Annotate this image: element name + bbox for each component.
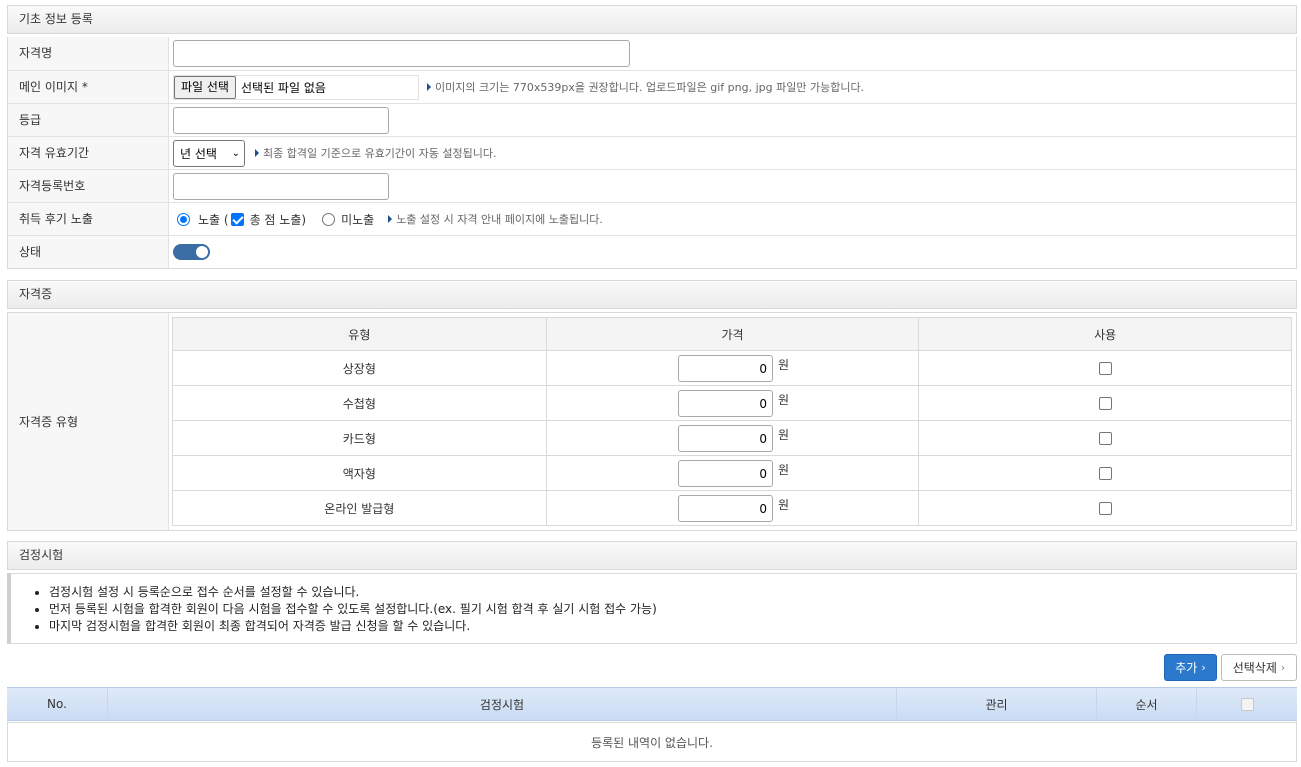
currency-label: 원 bbox=[777, 392, 790, 407]
use-checkbox[interactable] bbox=[1098, 396, 1112, 410]
chevron-down-icon: ⌄ bbox=[231, 147, 240, 159]
select-all-checkbox[interactable] bbox=[1240, 697, 1254, 711]
cert-type-name: 액자형 bbox=[342, 466, 376, 481]
file-input[interactable]: 파일 선택 선택된 파일 없음 bbox=[173, 74, 419, 100]
exam-notice: 검정시험 설정 시 등록순으로 접수 순서를 설정할 수 있습니다. 먼저 등록… bbox=[7, 573, 1297, 644]
review-score-label: 총 점 노출) bbox=[249, 212, 307, 227]
cert-type-name: 카드형 bbox=[342, 431, 376, 446]
use-checkbox[interactable] bbox=[1098, 361, 1112, 375]
col-select-all bbox=[1196, 688, 1297, 720]
regno-input[interactable] bbox=[173, 172, 389, 200]
notice-item: 검정시험 설정 시 등록순으로 접수 순서를 설정할 수 있습니다. bbox=[49, 584, 1296, 601]
price-input[interactable]: 0 bbox=[677, 389, 773, 417]
validity-select[interactable]: 년 선택 ⌄ bbox=[173, 139, 245, 167]
file-select-button[interactable]: 파일 선택 bbox=[174, 75, 236, 99]
triangle-right-icon bbox=[427, 83, 431, 91]
add-button[interactable]: 추가 › bbox=[1164, 654, 1217, 681]
review-label: 취득 후기 노출 bbox=[8, 203, 169, 235]
table-row: 상장형 0원 bbox=[173, 350, 1291, 385]
chevron-right-icon: › bbox=[1201, 661, 1206, 674]
name-label: 자격명 bbox=[8, 37, 169, 70]
row-grade: 등급 bbox=[8, 103, 1296, 136]
review-hint: 노출 설정 시 자격 안내 페이지에 노출됩니다. bbox=[388, 211, 603, 227]
review-score-checkbox[interactable] bbox=[230, 212, 244, 226]
price-input[interactable]: 0 bbox=[677, 424, 773, 452]
cert-type-table: 유형 가격 사용 상장형 0원 수첩형 0원 카드형 0원 액자형 0원 온라인… bbox=[172, 317, 1292, 526]
validity-label: 자격 유효기간 bbox=[8, 137, 169, 169]
col-use: 사용 bbox=[918, 318, 1291, 350]
col-order: 순서 bbox=[1096, 688, 1196, 720]
validity-hint: 최종 합격일 기준으로 유효기간이 자동 설정됩니다. bbox=[255, 145, 497, 161]
triangle-right-icon bbox=[388, 215, 393, 223]
name-input[interactable] bbox=[173, 40, 630, 67]
col-manage: 관리 bbox=[896, 688, 1096, 720]
row-status: 상태 bbox=[8, 235, 1296, 268]
table-row: 액자형 0원 bbox=[173, 455, 1291, 490]
table-row: 수첩형 0원 bbox=[173, 385, 1291, 420]
cert-type-name: 상장형 bbox=[342, 361, 376, 376]
col-exam: 검정시험 bbox=[107, 688, 896, 720]
chevron-right-icon: › bbox=[1280, 661, 1286, 674]
price-input[interactable]: 0 bbox=[677, 494, 773, 522]
currency-label: 원 bbox=[777, 427, 790, 442]
price-input[interactable]: 0 bbox=[677, 354, 773, 382]
table-row: 온라인 발급형 0원 bbox=[173, 490, 1291, 525]
empty-row: 등록된 내역이 없습니다. bbox=[7, 722, 1297, 762]
row-name: 자격명 bbox=[8, 37, 1296, 70]
table-row: 카드형 0원 bbox=[173, 420, 1291, 455]
notice-item: 먼저 등록된 시험을 합격한 회원이 다음 시험을 접수할 수 있도록 설정합니… bbox=[49, 601, 1296, 618]
triangle-right-icon bbox=[255, 149, 259, 157]
cert-type-name: 온라인 발급형 bbox=[324, 501, 395, 516]
review-hide-radio[interactable] bbox=[322, 212, 336, 226]
use-checkbox[interactable] bbox=[1098, 501, 1112, 515]
exam-list-table: No. 검정시험 관리 순서 등록된 내역이 없습니다. bbox=[7, 687, 1297, 762]
review-show-radio[interactable] bbox=[177, 212, 190, 226]
cert-table-header: 유형 가격 사용 bbox=[173, 318, 1291, 350]
price-input[interactable]: 0 bbox=[677, 459, 773, 487]
col-price: 가격 bbox=[545, 318, 919, 350]
basic-info-form: 자격명 메인 이미지 * 파일 선택 선택된 파일 없음 이미지의 크기는 77… bbox=[7, 37, 1297, 269]
status-label: 상태 bbox=[8, 236, 169, 268]
currency-label: 원 bbox=[777, 462, 790, 477]
exam-header: 검정시험 bbox=[7, 541, 1297, 570]
currency-label: 원 bbox=[777, 357, 790, 372]
col-no: No. bbox=[47, 697, 67, 711]
review-show-label: 노출 ( bbox=[198, 212, 229, 227]
image-label: 메인 이미지 * bbox=[8, 71, 169, 103]
row-image: 메인 이미지 * 파일 선택 선택된 파일 없음 이미지의 크기는 770x53… bbox=[8, 70, 1296, 103]
row-review: 취득 후기 노출 노출 ( 총 점 노출) 미노출 노출 설정 시 자격 안내 … bbox=[8, 202, 1296, 235]
file-status: 선택된 파일 없음 bbox=[240, 80, 326, 95]
image-hint: 이미지의 크기는 770x539px을 권장합니다. 업로드파일은 gif pn… bbox=[427, 79, 864, 95]
grade-input[interactable] bbox=[173, 106, 389, 134]
cert-header: 자격증 bbox=[7, 280, 1297, 309]
col-type: 유형 bbox=[348, 327, 371, 342]
row-validity: 자격 유효기간 년 선택 ⌄ 최종 합격일 기준으로 유효기간이 자동 설정됩니다… bbox=[8, 136, 1296, 169]
regno-label: 자격등록번호 bbox=[8, 170, 169, 202]
currency-label: 원 bbox=[777, 497, 790, 512]
cert-type-label: 자격증 유형 bbox=[8, 313, 169, 530]
status-toggle[interactable] bbox=[173, 244, 210, 260]
row-regno: 자격등록번호 bbox=[8, 169, 1296, 202]
delete-selected-button[interactable]: 선택삭제 › bbox=[1221, 654, 1297, 681]
review-hide-label: 미노출 bbox=[341, 212, 375, 227]
use-checkbox[interactable] bbox=[1098, 431, 1112, 445]
use-checkbox[interactable] bbox=[1098, 466, 1112, 480]
grade-label: 등급 bbox=[8, 104, 169, 136]
cert-type-name: 수첩형 bbox=[342, 396, 376, 411]
exam-table-header: No. 검정시험 관리 순서 bbox=[7, 687, 1297, 721]
notice-item: 마지막 검정시험을 합격한 회원이 최종 합격되어 자격증 발급 신청을 할 수… bbox=[49, 618, 1296, 635]
basic-info-header: 기초 정보 등록 bbox=[7, 5, 1297, 34]
